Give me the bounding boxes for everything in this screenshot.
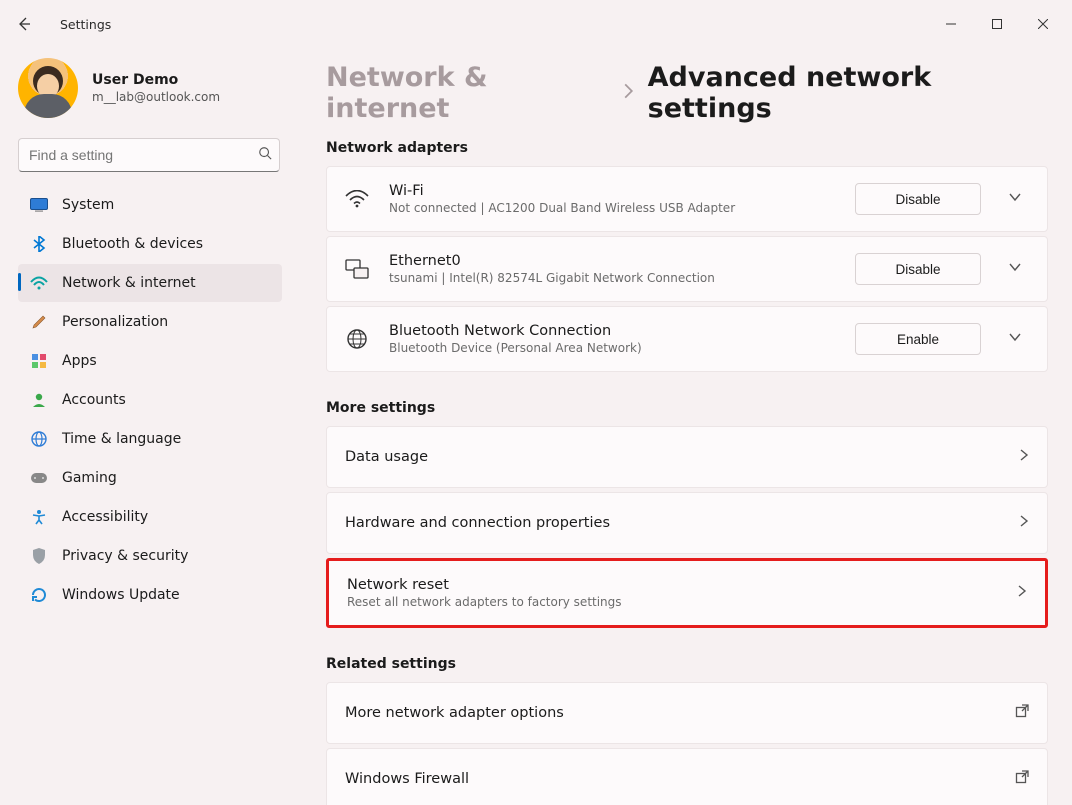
network-icon: [30, 276, 48, 290]
adapter-subtitle: tsunami | Intel(R) 82574L Gigabit Networ…: [389, 271, 715, 285]
chevron-down-icon: [1008, 190, 1022, 204]
row-title: More network adapter options: [345, 705, 564, 721]
nav-system[interactable]: System: [18, 186, 282, 224]
nav-accessibility[interactable]: Accessibility: [18, 498, 282, 536]
chevron-right-icon: [1019, 514, 1029, 532]
adapter-subtitle: Bluetooth Device (Personal Area Network): [389, 341, 642, 355]
row-title: Data usage: [345, 449, 428, 465]
nav-label: Bluetooth & devices: [62, 236, 203, 252]
nav-accounts[interactable]: Accounts: [18, 381, 282, 419]
maximize-button[interactable]: [974, 4, 1020, 44]
nav-label: Gaming: [62, 470, 117, 486]
user-name: User Demo: [92, 72, 220, 88]
breadcrumb-parent[interactable]: Network & internet: [326, 62, 609, 124]
maximize-icon: [992, 19, 1002, 29]
avatar: [18, 58, 78, 118]
close-icon: [1038, 19, 1048, 29]
nav-bluetooth[interactable]: Bluetooth & devices: [18, 225, 282, 263]
titlebar: Settings: [0, 0, 1072, 48]
adapter-bluetooth-pan[interactable]: Bluetooth Network Connection Bluetooth D…: [326, 306, 1048, 372]
chevron-right-icon: [623, 82, 634, 104]
ethernet-icon: [345, 259, 369, 279]
wifi-icon: [345, 190, 369, 208]
system-icon: [30, 198, 48, 212]
adapter-title: Wi-Fi: [389, 183, 735, 199]
expand-btpan[interactable]: [1001, 330, 1029, 348]
row-hardware-properties[interactable]: Hardware and connection properties: [326, 492, 1048, 554]
section-adapters-title: Network adapters: [326, 140, 1048, 156]
open-external-icon: [1015, 704, 1029, 722]
adapter-title: Ethernet0: [389, 253, 715, 269]
bluetooth-enable-button[interactable]: Enable: [855, 323, 981, 355]
accessibility-icon: [30, 509, 48, 525]
nav-gaming[interactable]: Gaming: [18, 459, 282, 497]
close-button[interactable]: [1020, 4, 1066, 44]
expand-ethernet[interactable]: [1001, 260, 1029, 278]
time-language-icon: [30, 431, 48, 447]
search-input[interactable]: [18, 138, 280, 172]
globe-icon: [345, 328, 369, 350]
search-box: [18, 138, 280, 172]
row-data-usage[interactable]: Data usage: [326, 426, 1048, 488]
section-more-title: More settings: [326, 400, 1048, 416]
windows-update-icon: [30, 587, 48, 603]
nav-windows-update[interactable]: Windows Update: [18, 576, 282, 614]
sidebar: User Demo m__lab@outlook.com System Blue…: [0, 48, 300, 805]
wifi-disable-button[interactable]: Disable: [855, 183, 981, 215]
row-more-adapter-options[interactable]: More network adapter options: [326, 682, 1048, 744]
adapter-title: Bluetooth Network Connection: [389, 323, 642, 339]
back-button[interactable]: [4, 0, 44, 48]
personalization-icon: [30, 314, 48, 330]
profile[interactable]: User Demo m__lab@outlook.com: [18, 52, 288, 134]
adapter-ethernet[interactable]: Ethernet0 tsunami | Intel(R) 82574L Giga…: [326, 236, 1048, 302]
nav-label: Accessibility: [62, 509, 148, 525]
chevron-down-icon: [1008, 260, 1022, 274]
nav-privacy[interactable]: Privacy & security: [18, 537, 282, 575]
app-title: Settings: [60, 17, 111, 32]
chevron-right-icon: [1019, 448, 1029, 466]
nav-label: Privacy & security: [62, 548, 188, 564]
nav-label: Windows Update: [62, 587, 180, 603]
nav-label: System: [62, 197, 114, 213]
row-subtitle: Reset all network adapters to factory se…: [347, 595, 622, 609]
nav-label: Time & language: [62, 431, 181, 447]
row-title: Windows Firewall: [345, 771, 469, 787]
nav-time-language[interactable]: Time & language: [18, 420, 282, 458]
adapter-wifi[interactable]: Wi-Fi Not connected | AC1200 Dual Band W…: [326, 166, 1048, 232]
ethernet-disable-button[interactable]: Disable: [855, 253, 981, 285]
breadcrumb: Network & internet Advanced network sett…: [326, 62, 1048, 124]
accounts-icon: [30, 392, 48, 408]
row-network-reset[interactable]: Network reset Reset all network adapters…: [326, 558, 1048, 628]
row-title: Hardware and connection properties: [345, 515, 610, 531]
arrow-left-icon: [16, 16, 32, 32]
expand-wifi[interactable]: [1001, 190, 1029, 208]
open-external-icon: [1015, 770, 1029, 788]
nav-label: Personalization: [62, 314, 168, 330]
privacy-icon: [30, 548, 48, 564]
main-content: Network & internet Advanced network sett…: [300, 48, 1072, 805]
search-icon: [258, 146, 272, 164]
breadcrumb-page-title: Advanced network settings: [648, 62, 1048, 124]
chevron-down-icon: [1008, 330, 1022, 344]
bluetooth-icon: [30, 236, 48, 252]
chevron-right-icon: [1017, 584, 1027, 602]
nav-label: Accounts: [62, 392, 126, 408]
nav-label: Network & internet: [62, 275, 196, 291]
sidebar-nav: System Bluetooth & devices Network & int…: [18, 186, 288, 614]
row-title: Network reset: [347, 577, 622, 593]
minimize-icon: [946, 19, 956, 29]
nav-personalization[interactable]: Personalization: [18, 303, 282, 341]
gaming-icon: [30, 472, 48, 484]
row-windows-firewall[interactable]: Windows Firewall: [326, 748, 1048, 805]
apps-icon: [30, 353, 48, 369]
adapter-subtitle: Not connected | AC1200 Dual Band Wireles…: [389, 201, 735, 215]
nav-apps[interactable]: Apps: [18, 342, 282, 380]
nav-label: Apps: [62, 353, 97, 369]
section-related-title: Related settings: [326, 656, 1048, 672]
user-email: m__lab@outlook.com: [92, 90, 220, 104]
minimize-button[interactable]: [928, 4, 974, 44]
nav-network[interactable]: Network & internet: [18, 264, 282, 302]
